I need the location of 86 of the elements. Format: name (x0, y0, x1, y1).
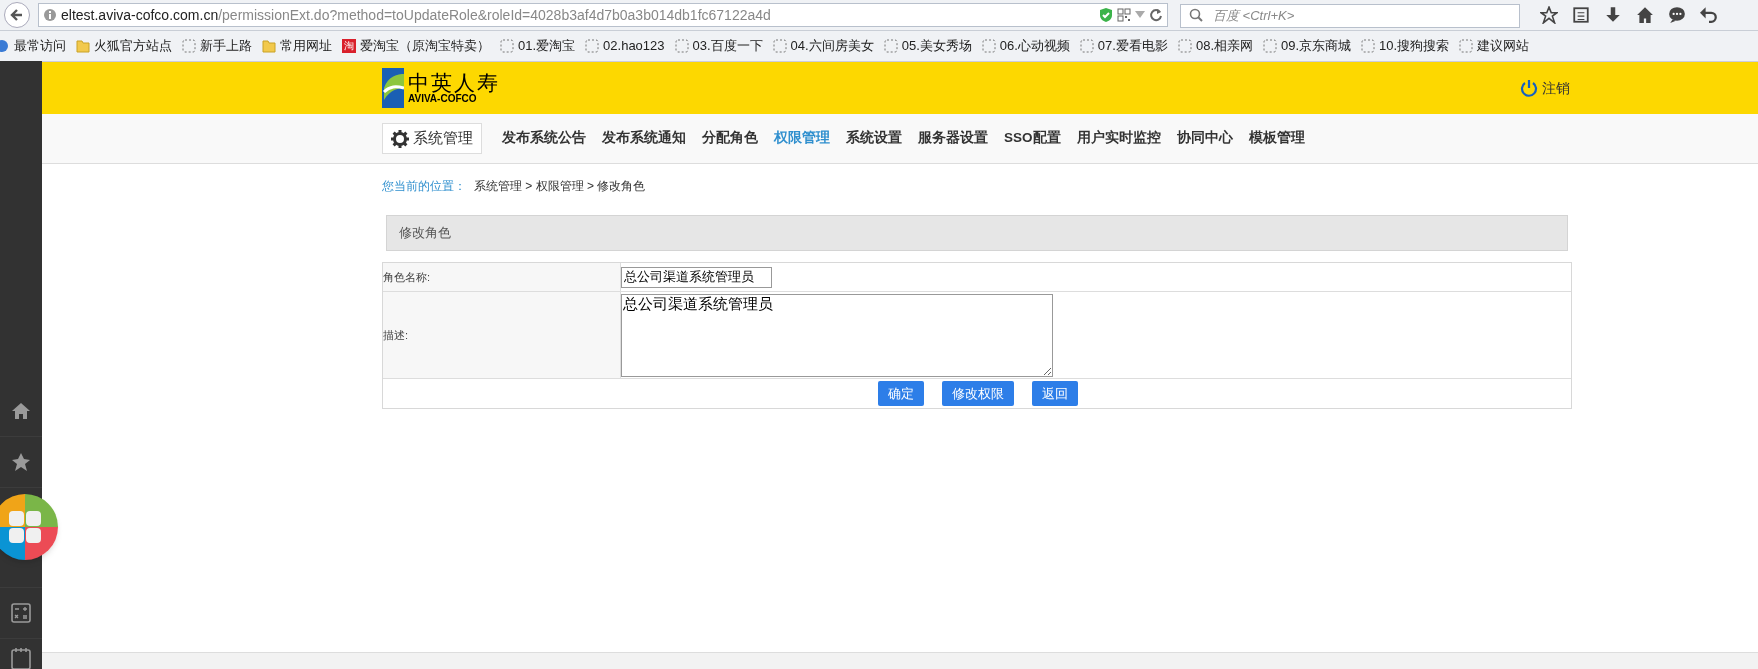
blank-page-icon (500, 39, 514, 53)
field-label: 角色名称: (383, 269, 431, 285)
blank-page-icon (883, 39, 898, 53)
blank-page-icon (1361, 39, 1376, 53)
logo-mark-icon (382, 68, 404, 108)
blank-page-icon (981, 39, 996, 53)
dropdown-icon (1135, 11, 1145, 19)
url-text: eltest.aviva-cofco.com.cn/permissionExt.do?method=toUpdateRole&roleId=4028b3af4d7b0a3b014db1fc67122a4d (61, 5, 772, 25)
reload-icon (1149, 8, 1163, 22)
action-button[interactable]: 修改权限 (941, 381, 1014, 406)
bookmark-link[interactable]: 06.心动视频 (981, 36, 1070, 56)
undo-button[interactable] (1700, 6, 1718, 24)
bookmark-link[interactable]: 淘 爱淘宝（原淘宝特卖） (342, 36, 490, 56)
reading-list-button[interactable] (1572, 6, 1590, 24)
back-arrow-icon (10, 8, 24, 22)
description-field[interactable]: 总公司渠道系统管理员 (621, 293, 1053, 377)
home-icon (11, 401, 31, 421)
bookmark-link[interactable]: 建议网站 (1459, 36, 1530, 56)
qr-code-icon (1117, 8, 1131, 22)
bookmark-link[interactable]: 01.爱淘宝 (500, 36, 576, 56)
bookmark-link[interactable]: 09.京东商城 (1263, 36, 1352, 56)
app-launcher-button[interactable] (0, 494, 58, 560)
nav-tab[interactable]: 发布系统公告 (502, 128, 586, 149)
info-icon (43, 8, 57, 22)
bookmark-link[interactable]: 10.搜狗搜索 (1361, 36, 1450, 56)
gear-icon (391, 129, 409, 148)
blank-page-icon (585, 39, 600, 53)
address-bar[interactable]: eltest.aviva-cofco.com.cn/permissionExt.do?method=toUpdateRole&roleId=4028b3af4d7b0a3b014db1fc67122a4d (38, 3, 1168, 27)
blank-page-icon (772, 39, 787, 53)
system-menu-button[interactable]: 系统管理 (382, 123, 482, 154)
star-icon (11, 452, 31, 472)
blank-page-icon (1177, 39, 1192, 53)
shield-icon (1099, 7, 1113, 23)
nav-tab[interactable]: 协同中心 (1176, 128, 1233, 149)
breadcrumb-path: 系统管理 > 权限管理 > 修改角色 (474, 178, 646, 195)
chat-icon (1668, 6, 1686, 24)
folder-icon (262, 39, 276, 53)
calendar-icon (11, 647, 31, 669)
bookmark-link[interactable]: 04.六间房美女 (772, 36, 874, 56)
reading-list-icon (1572, 6, 1590, 24)
logout-link[interactable]: 注销 (1520, 77, 1570, 99)
bookmark-star-button[interactable] (1540, 6, 1558, 24)
app-logo-icon (0, 494, 58, 560)
download-icon (1604, 6, 1622, 24)
logo-english-text: AVIVA-COFCO (408, 93, 477, 104)
back-button[interactable] (4, 2, 30, 28)
action-button[interactable]: 返回 (1031, 381, 1078, 406)
field-label: 描述: (383, 327, 409, 343)
action-button[interactable]: 确定 (877, 381, 924, 406)
blank-page-icon (674, 39, 689, 53)
calculator-icon (11, 603, 31, 623)
nav-tab[interactable]: 服务器设置 (918, 128, 988, 149)
undo-icon (1700, 6, 1718, 24)
panel-title: 修改角色 (399, 224, 451, 243)
nav-tab[interactable]: 系统设置 (846, 128, 902, 149)
bookmark-link[interactable]: 03.百度一下 (674, 36, 763, 56)
bookmark-link[interactable]: 新手上路 (182, 36, 252, 56)
blank-page-icon (1459, 39, 1474, 53)
search-icon (1189, 8, 1203, 22)
blank-page-icon (1263, 39, 1277, 53)
nav-tab[interactable]: 发布系统通知 (602, 128, 686, 149)
nav-tab[interactable]: 模板管理 (1248, 128, 1305, 149)
bookmark-link[interactable]: 08.相亲网 (1177, 36, 1253, 56)
home-button[interactable] (1636, 6, 1654, 24)
bookmark-link[interactable]: 常用网址 (262, 36, 332, 56)
bookmark-link[interactable]: 火狐官方站点 (76, 36, 172, 56)
download-button[interactable] (1604, 6, 1622, 24)
bookmark-link[interactable]: 最常访问 (0, 36, 66, 56)
role-name-field[interactable]: 总公司渠道系统管理员 (621, 266, 772, 288)
taobao-icon: 淘 (342, 39, 356, 53)
home-icon (1636, 6, 1654, 24)
search-field[interactable]: 百度 <Ctrl+K> (1180, 3, 1520, 28)
bookmark-star-icon (1540, 6, 1558, 24)
power-icon (1520, 79, 1538, 97)
nav-tab[interactable]: 用户实时监控 (1076, 128, 1161, 149)
chat-button[interactable] (1668, 6, 1686, 24)
bookmark-link[interactable]: 05.美女秀场 (883, 36, 972, 56)
nav-tab[interactable]: 分配角色 (702, 128, 758, 149)
bookmark-link[interactable]: 07.爱看电影 (1079, 36, 1168, 56)
nav-tab[interactable]: SSO配置 (1004, 128, 1061, 149)
folder-icon (76, 39, 90, 53)
breadcrumb-label: 您当前的位置： (382, 178, 466, 195)
blank-page-icon (1079, 39, 1094, 53)
blank-page-icon (182, 39, 196, 53)
bookmark-link[interactable]: 02.hao123 (585, 36, 665, 56)
logo-chinese-text: 中英人寿 (408, 72, 500, 94)
